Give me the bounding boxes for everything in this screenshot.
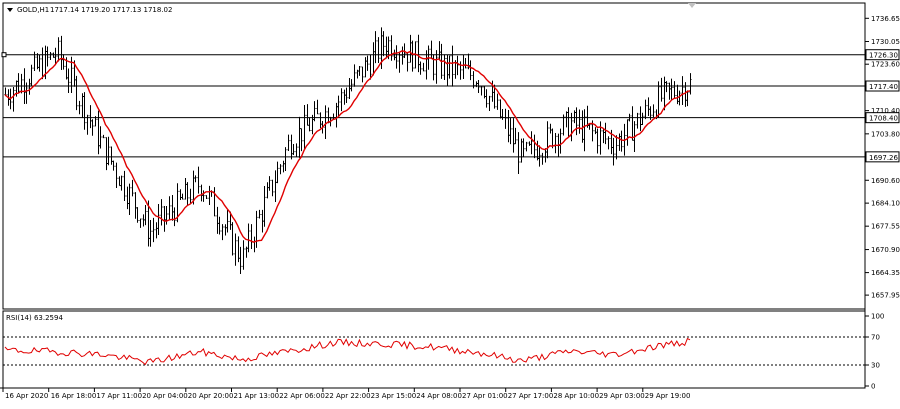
time-tick-label: 22 Apr 06:00 (279, 392, 325, 400)
time-tick-label: 16 Apr 2020 (5, 392, 48, 400)
price-candles (4, 27, 692, 274)
hline-label: 1697.26 (869, 154, 898, 162)
price-tick-label: 1703.80 (871, 130, 900, 138)
hline-label: 1726.30 (869, 52, 898, 60)
time-tick-label: 20 Apr 20:00 (188, 392, 234, 400)
main-chart-frame (2, 2, 866, 310)
time-tick-label: 29 Apr 19:00 (645, 392, 691, 400)
time-tick-label: 27 Apr 01:00 (462, 392, 508, 400)
time-axis: 16 Apr 2020 16 Apr 18:00 17 Apr 11:00 20 Ap… (2, 388, 691, 400)
time-tick-label: 22 Apr 22:00 (325, 392, 371, 400)
trading-chart-window: GOLD,H1 1717.14 1719.20 1717.13 1718.02 … (0, 0, 900, 405)
price-tick-label: 1736.65 (871, 15, 900, 23)
triangle-down-icon[interactable] (7, 8, 13, 12)
time-tick-label: 27 Apr 17:00 (508, 392, 554, 400)
rsi-tick-label: 70 (871, 334, 880, 342)
time-tick-label: 16 Apr 18:00 (51, 392, 97, 400)
time-tick-label: 24 Apr 08:00 (416, 392, 462, 400)
chart-shift-marker[interactable] (688, 3, 696, 8)
rsi-tick-label: 100 (871, 313, 884, 321)
rsi-tick-label: 0 (871, 383, 875, 391)
moving-average-line (4, 50, 691, 243)
symbol-label: GOLD,H1 (17, 6, 49, 14)
price-tick-label: 1657.95 (871, 292, 900, 300)
rsi-tick-label: 30 (871, 362, 880, 370)
price-tick-label: 1677.55 (871, 223, 900, 231)
rsi-levels (3, 336, 865, 366)
price-tick-label: 1723.60 (871, 61, 900, 69)
price-tick-label: 1684.10 (871, 200, 900, 208)
hline-label: 1717.40 (869, 83, 898, 91)
time-tick-label: 23 Apr 15:00 (371, 392, 417, 400)
price-tick-label: 1730.05 (871, 38, 900, 46)
rsi-line (4, 337, 691, 366)
time-tick-label: 21 Apr 13:00 (234, 392, 280, 400)
time-tick-label: 20 Apr 04:00 (142, 392, 188, 400)
rsi-axis: 100 70 30 0 (865, 313, 884, 391)
rsi-title: RSI(14) 63.2594 (6, 314, 63, 322)
hline-anchor[interactable] (1, 52, 7, 58)
time-tick-label: 29 Apr 03:00 (599, 392, 645, 400)
ohlc-values: 1717.14 1719.20 1717.13 1718.02 (50, 6, 172, 14)
chart-canvas: GOLD,H1 1717.14 1719.20 1717.13 1718.02 … (0, 2, 900, 400)
price-tick-label: 1690.60 (871, 177, 900, 185)
time-tick-label: 28 Apr 10:00 (553, 392, 599, 400)
hline-label: 1708.40 (869, 115, 898, 123)
price-tick-label: 1664.35 (871, 269, 900, 277)
time-tick-label: 17 Apr 11:00 (96, 392, 142, 400)
price-tick-label: 1670.90 (871, 246, 900, 254)
